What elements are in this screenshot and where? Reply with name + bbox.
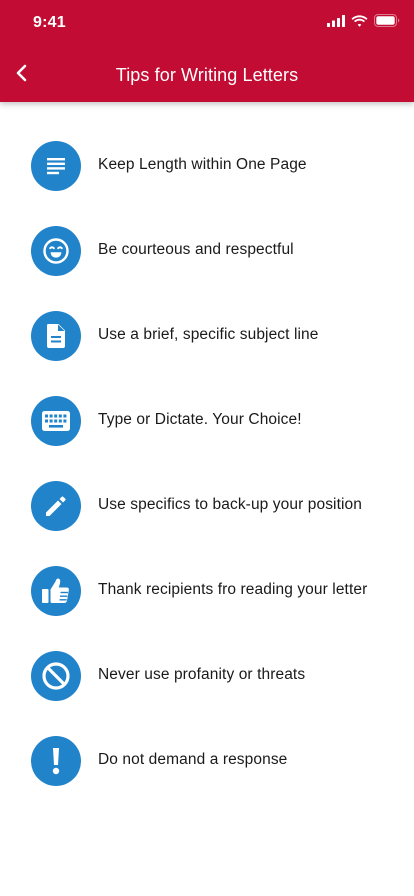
cellular-signal-icon bbox=[327, 14, 345, 32]
prohibited-icon bbox=[31, 651, 81, 701]
navigation-bar: Tips for Writing Letters bbox=[0, 52, 414, 98]
text-lines-icon bbox=[31, 141, 81, 191]
list-item: Type or Dictate. Your Choice! bbox=[0, 371, 414, 456]
tip-label: Thank recipients fro reading your letter bbox=[98, 581, 368, 598]
list-item: Never use profanity or threats bbox=[0, 626, 414, 711]
list-item: Be courteous and respectful bbox=[0, 201, 414, 286]
tip-label: Use a brief, specific subject line bbox=[98, 326, 319, 343]
tip-label: Be courteous and respectful bbox=[98, 241, 294, 258]
list-item: Keep Length within One Page bbox=[0, 116, 414, 201]
thumbs-up-icon bbox=[31, 566, 81, 616]
status-bar: 9:41 bbox=[0, 0, 414, 46]
list-item: Use specifics to back-up your position bbox=[0, 456, 414, 541]
tip-label: Type or Dictate. Your Choice! bbox=[98, 411, 302, 428]
status-icons bbox=[327, 14, 400, 32]
list-item: Do not demand a response bbox=[0, 711, 414, 796]
tip-label: Use specifics to back-up your position bbox=[98, 496, 362, 513]
tip-label: Do not demand a response bbox=[98, 751, 288, 768]
tips-list: Keep Length within One Page Be courteous… bbox=[0, 116, 414, 796]
document-icon bbox=[31, 311, 81, 361]
tip-label: Keep Length within One Page bbox=[98, 156, 307, 173]
app-header: 9:41 Tips for Writing Letters bbox=[0, 0, 414, 102]
pencil-icon bbox=[31, 481, 81, 531]
status-time: 9:41 bbox=[33, 14, 66, 31]
exclamation-icon bbox=[31, 736, 81, 786]
page-title: Tips for Writing Letters bbox=[115, 65, 299, 85]
wifi-icon bbox=[351, 14, 368, 32]
smiley-face-icon bbox=[31, 226, 81, 276]
battery-icon bbox=[374, 14, 400, 32]
list-item: Use a brief, specific subject line bbox=[0, 286, 414, 371]
keyboard-icon bbox=[31, 396, 81, 446]
tip-label: Never use profanity or threats bbox=[98, 666, 306, 683]
list-item: Thank recipients fro reading your letter bbox=[0, 541, 414, 626]
